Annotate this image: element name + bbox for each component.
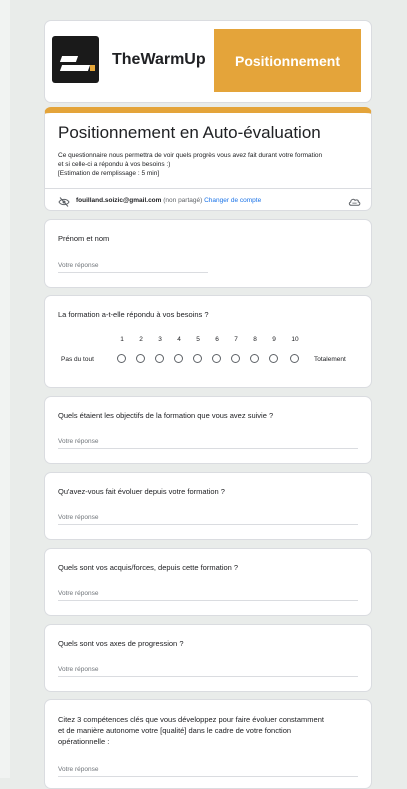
question-label: La formation a-t-elle répondu à vos beso… — [58, 310, 209, 319]
question-card-name: Prénom et nom Votre réponse — [44, 219, 372, 288]
form-title-card: Positionnement en Auto-évaluation Ce que… — [44, 107, 372, 211]
question-card-strengths: Quels sont vos acquis/forces, depuis cet… — [44, 548, 372, 616]
question-card-objectives: Quels étaient les objectifs de la format… — [44, 396, 372, 464]
scale-radio-3[interactable] — [155, 354, 164, 363]
scale-number: 2 — [139, 336, 143, 343]
scale-radio-1[interactable] — [117, 354, 126, 363]
question-label: Qu'avez-vous fait évoluer depuis votre f… — [58, 487, 225, 496]
banner-tag: Positionnement — [214, 29, 361, 92]
visibility-off-icon — [58, 197, 70, 207]
scale-radio-9[interactable] — [269, 354, 278, 363]
scale-radio-6[interactable] — [212, 354, 221, 363]
switch-account-link[interactable]: Changer de compte — [204, 197, 261, 204]
question-card-progression: Quels sont vos axes de progression ? Vot… — [44, 624, 372, 692]
answer-underline — [58, 676, 358, 677]
question-label: Quels sont vos acquis/forces, depuis cet… — [58, 563, 239, 572]
scale-number: 4 — [177, 336, 181, 343]
question-card-evolution: Qu'avez-vous fait évoluer depuis votre f… — [44, 472, 372, 540]
form-title: Positionnement en Auto-évaluation — [58, 123, 321, 142]
brand-name: TheWarmUp — [112, 51, 206, 68]
scale-radio-2[interactable] — [136, 354, 145, 363]
question-label: Quels étaient les objectifs de la format… — [58, 411, 274, 420]
scale-radio-5[interactable] — [193, 354, 202, 363]
scale-number: 10 — [291, 336, 299, 343]
form-description: Ce questionnaire nous permettra de voir … — [58, 152, 323, 177]
answer-underline — [58, 524, 358, 525]
scale-number: 5 — [196, 336, 200, 343]
answer-underline — [58, 600, 358, 601]
scale-number: 1 — [120, 336, 124, 343]
scale-radio-10[interactable] — [290, 354, 299, 363]
answer-underline — [58, 448, 358, 449]
answer-input[interactable]: Votre réponse — [58, 438, 98, 445]
answer-input[interactable]: Votre réponse — [58, 514, 98, 521]
question-label: Citez 3 compétences clés que vous dévelo… — [58, 715, 324, 746]
scale-number: 8 — [253, 336, 257, 343]
question-label: Prénom et nom — [58, 234, 110, 243]
form-banner: TheWarmUp Positionnement — [44, 20, 372, 103]
scale-number: 6 — [215, 336, 219, 343]
divider — [45, 188, 371, 189]
question-card-scale: La formation a-t-elle répondu à vos beso… — [44, 295, 372, 388]
answer-input[interactable]: Votre réponse — [58, 766, 98, 773]
scale-number: 3 — [158, 336, 162, 343]
scale-number: 9 — [272, 336, 276, 343]
scale-number: 7 — [234, 336, 238, 343]
question-label: Quels sont vos axes de progression ? — [58, 639, 184, 648]
question-card-skills: Citez 3 compétences clés que vous dévelo… — [44, 699, 372, 789]
answer-underline — [58, 272, 208, 273]
scale-radio-7[interactable] — [231, 354, 240, 363]
account-info: fouilland.soizic@gmail.com (non partagé)… — [76, 197, 261, 204]
scale-high-label: Totalement — [314, 356, 346, 363]
answer-input[interactable]: Votre réponse — [58, 666, 98, 673]
account-email: fouilland.soizic@gmail.com — [76, 197, 162, 204]
answer-input[interactable]: Votre réponse — [58, 590, 98, 597]
page-margin — [0, 0, 10, 778]
brand-logo — [52, 36, 99, 83]
answer-underline — [58, 776, 358, 777]
account-note: (non partagé) — [163, 197, 203, 204]
answer-input[interactable]: Votre réponse — [58, 262, 98, 269]
cloud-saved-icon — [348, 198, 361, 206]
scale-radio-4[interactable] — [174, 354, 183, 363]
scale-low-label: Pas du tout — [61, 356, 94, 363]
scale-radio-8[interactable] — [250, 354, 259, 363]
